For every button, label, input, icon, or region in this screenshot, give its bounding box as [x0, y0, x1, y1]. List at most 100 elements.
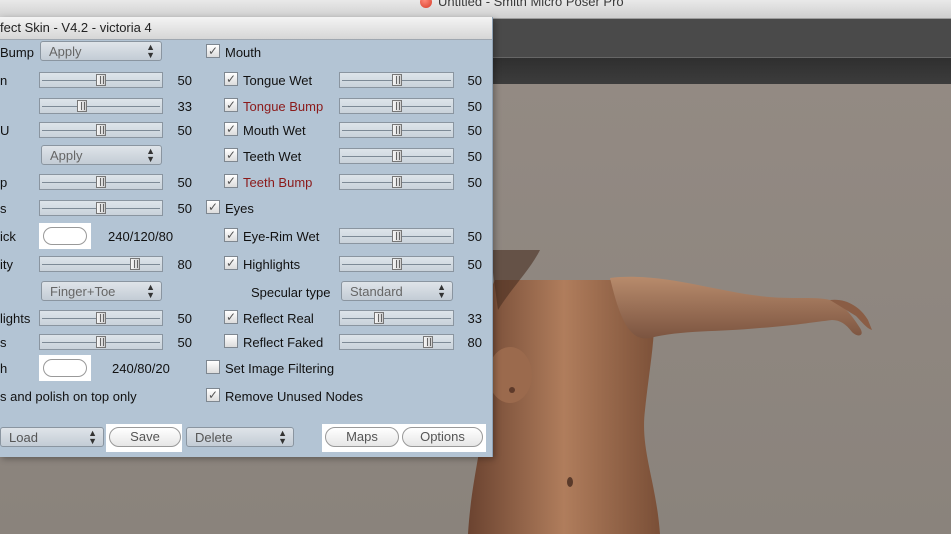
value: 50: [177, 311, 192, 326]
row-label: ity: [0, 257, 13, 272]
value: 50: [177, 175, 192, 190]
teeth-bump-label: Teeth Bump: [243, 175, 313, 190]
remove-unused-nodes-checkbox[interactable]: ✓: [206, 388, 220, 402]
row-label: p: [0, 175, 8, 190]
teeth-bump-checkbox[interactable]: ✓: [224, 174, 238, 188]
eye-rim-wet-label: Eye-Rim Wet: [243, 229, 320, 244]
highlights-checkbox[interactable]: ✓: [224, 256, 238, 270]
bump-label: Bump: [0, 45, 34, 60]
left-slider-5[interactable]: [39, 174, 163, 190]
value: 50: [177, 201, 192, 216]
eye-rim-wet-value: 50: [467, 229, 482, 244]
tongue-wet-checkbox[interactable]: ✓: [224, 72, 238, 86]
slider-thumb[interactable]: [391, 258, 402, 270]
row-label: lights: [0, 311, 31, 326]
panel-title: fect Skin - V4.2 - victoria 4: [0, 20, 152, 35]
slider-thumb[interactable]: [423, 336, 433, 348]
teeth-wet-value: 50: [467, 149, 482, 164]
tongue-bump-checkbox[interactable]: ✓: [224, 98, 238, 112]
dropdown-value: Load: [9, 430, 38, 445]
color-value: 240/80/20: [112, 361, 170, 376]
eyes-checkbox[interactable]: ✓: [206, 200, 220, 214]
left-slider-10[interactable]: [39, 310, 163, 326]
teeth-wet-label: Teeth Wet: [243, 149, 302, 164]
slider-thumb[interactable]: [391, 124, 402, 136]
teeth-bump-slider[interactable]: [339, 174, 454, 190]
panel-titlebar[interactable]: fect Skin - V4.2 - victoria 4: [0, 17, 492, 40]
left-slider-3[interactable]: [39, 122, 163, 138]
slider-thumb[interactable]: [96, 74, 106, 86]
options-button[interactable]: Options: [402, 427, 483, 447]
reflect-real-label: Reflect Real: [243, 311, 314, 326]
load-dropdown[interactable]: Load ▲ ▼: [0, 427, 104, 447]
slider-thumb[interactable]: [96, 202, 106, 214]
row-label: U: [0, 123, 10, 138]
value: 50: [177, 123, 192, 138]
mouth-label: Mouth: [225, 45, 262, 60]
slider-thumb[interactable]: [96, 124, 106, 136]
close-icon[interactable]: [420, 0, 432, 8]
slider-thumb[interactable]: [391, 150, 402, 162]
finger-toe-dropdown[interactable]: Finger+Toe ▲ ▼: [41, 281, 162, 301]
color-swatch-2[interactable]: [39, 355, 91, 381]
updown-arrows-icon: ▲ ▼: [146, 146, 155, 164]
teeth-bump-value: 50: [467, 175, 482, 190]
slider-thumb[interactable]: [76, 100, 87, 112]
specular-type-dropdown[interactable]: Standard ▲ ▼: [341, 281, 453, 301]
tongue-bump-value: 50: [467, 99, 482, 114]
updown-arrows-icon: ▲ ▼: [146, 42, 155, 60]
slider-thumb[interactable]: [96, 336, 106, 348]
updown-arrows-icon: ▲ ▼: [88, 428, 97, 446]
teeth-wet-checkbox[interactable]: ✓: [224, 148, 238, 162]
dropdown-value: Apply: [49, 44, 82, 59]
slider-thumb[interactable]: [373, 312, 384, 324]
slider-thumb[interactable]: [96, 312, 106, 324]
highlights-slider[interactable]: [339, 256, 454, 272]
left-slider-8[interactable]: [39, 256, 163, 272]
mouth-checkbox[interactable]: ✓: [206, 44, 220, 58]
row-label: s: [0, 201, 7, 216]
mouth-wet-label: Mouth Wet: [243, 123, 306, 138]
dropdown-value: Apply: [50, 148, 83, 163]
highlights-value: 50: [467, 257, 482, 272]
delete-dropdown[interactable]: Delete ▲ ▼: [186, 427, 294, 447]
set-image-filtering-checkbox[interactable]: [206, 360, 220, 374]
left-slider-1[interactable]: [39, 72, 163, 88]
slider-thumb[interactable]: [391, 176, 402, 188]
bump-apply-dropdown[interactable]: Apply ▲ ▼: [40, 41, 162, 61]
dropdown-value: Delete: [195, 430, 233, 445]
eye-rim-wet-slider[interactable]: [339, 228, 454, 244]
value: 80: [177, 257, 192, 272]
teeth-wet-slider[interactable]: [339, 148, 454, 164]
maps-button[interactable]: Maps: [325, 427, 399, 447]
dropdown-value: Standard: [350, 284, 403, 299]
left-slider-11[interactable]: [39, 334, 163, 350]
slider-thumb[interactable]: [130, 258, 141, 270]
tongue-wet-value: 50: [467, 73, 482, 88]
left-slider-6[interactable]: [39, 200, 163, 216]
row-label: ick: [0, 229, 16, 244]
apply-dropdown-2[interactable]: Apply ▲ ▼: [41, 145, 162, 165]
mouth-wet-checkbox[interactable]: ✓: [224, 122, 238, 136]
tongue-wet-slider[interactable]: [339, 72, 454, 88]
value: 33: [177, 99, 192, 114]
save-button[interactable]: Save: [109, 427, 181, 447]
color-value: 240/120/80: [108, 229, 174, 244]
slider-thumb[interactable]: [96, 176, 106, 188]
tongue-bump-slider[interactable]: [339, 98, 454, 114]
reflect-faked-checkbox[interactable]: [224, 334, 238, 348]
updown-arrows-icon: ▲ ▼: [278, 428, 287, 446]
reflect-real-slider[interactable]: [339, 310, 454, 326]
app-title: Untitled - Smith Micro Poser Pro: [438, 0, 624, 9]
left-slider-2[interactable]: [39, 98, 163, 114]
mouth-wet-slider[interactable]: [339, 122, 454, 138]
reflect-faked-slider[interactable]: [339, 334, 454, 350]
dropdown-value: Finger+Toe: [50, 284, 116, 299]
reflect-real-checkbox[interactable]: ✓: [224, 310, 238, 324]
slider-thumb[interactable]: [391, 100, 402, 112]
slider-thumb[interactable]: [391, 230, 402, 242]
eye-rim-wet-checkbox[interactable]: ✓: [224, 228, 238, 242]
row-label: s: [0, 335, 7, 350]
color-swatch-1[interactable]: [39, 223, 91, 249]
slider-thumb[interactable]: [391, 74, 402, 86]
